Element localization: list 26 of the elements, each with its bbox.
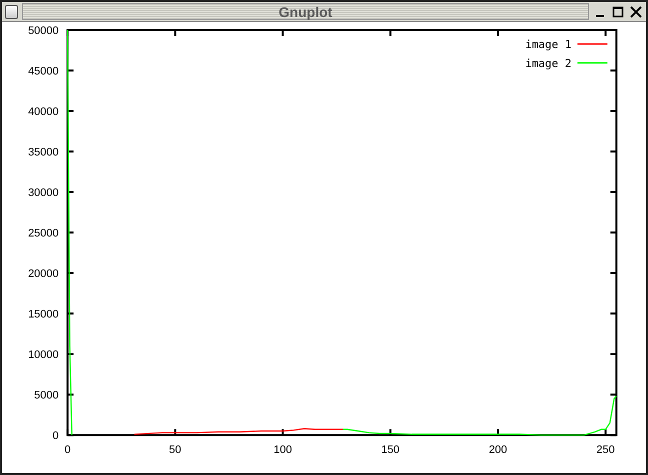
x-tick-label: 200 xyxy=(488,444,508,456)
legend-label: image 1 xyxy=(525,38,572,51)
maximize-button[interactable] xyxy=(611,4,625,18)
y-tick-label: 25000 xyxy=(28,228,59,240)
window-menu-button[interactable] xyxy=(5,4,18,18)
close-button[interactable] xyxy=(629,4,643,18)
maximize-icon xyxy=(612,6,624,18)
y-tick-label: 0 xyxy=(52,430,59,442)
y-tick-label: 20000 xyxy=(28,268,59,280)
x-tick-label: 0 xyxy=(64,444,71,456)
x-tick-label: 50 xyxy=(169,444,182,456)
y-tick-label: 10000 xyxy=(28,349,59,362)
minimize-icon xyxy=(596,14,604,16)
y-tick-label: 15000 xyxy=(28,308,59,321)
y-tick-label: 50000 xyxy=(28,24,59,37)
y-tick-label: 45000 xyxy=(28,65,59,78)
legend-label: image 2 xyxy=(525,56,572,70)
window-title: Gnuplot xyxy=(278,4,334,20)
close-icon xyxy=(630,6,642,18)
y-tick-label: 5000 xyxy=(34,390,59,402)
y-tick-label: 30000 xyxy=(28,187,59,200)
x-tick-label: 100 xyxy=(274,444,292,456)
x-tick-label: 250 xyxy=(596,444,615,456)
y-tick-label: 35000 xyxy=(28,146,59,158)
y-tick-label: 40000 xyxy=(28,106,59,118)
x-tick-label: 150 xyxy=(381,444,400,456)
